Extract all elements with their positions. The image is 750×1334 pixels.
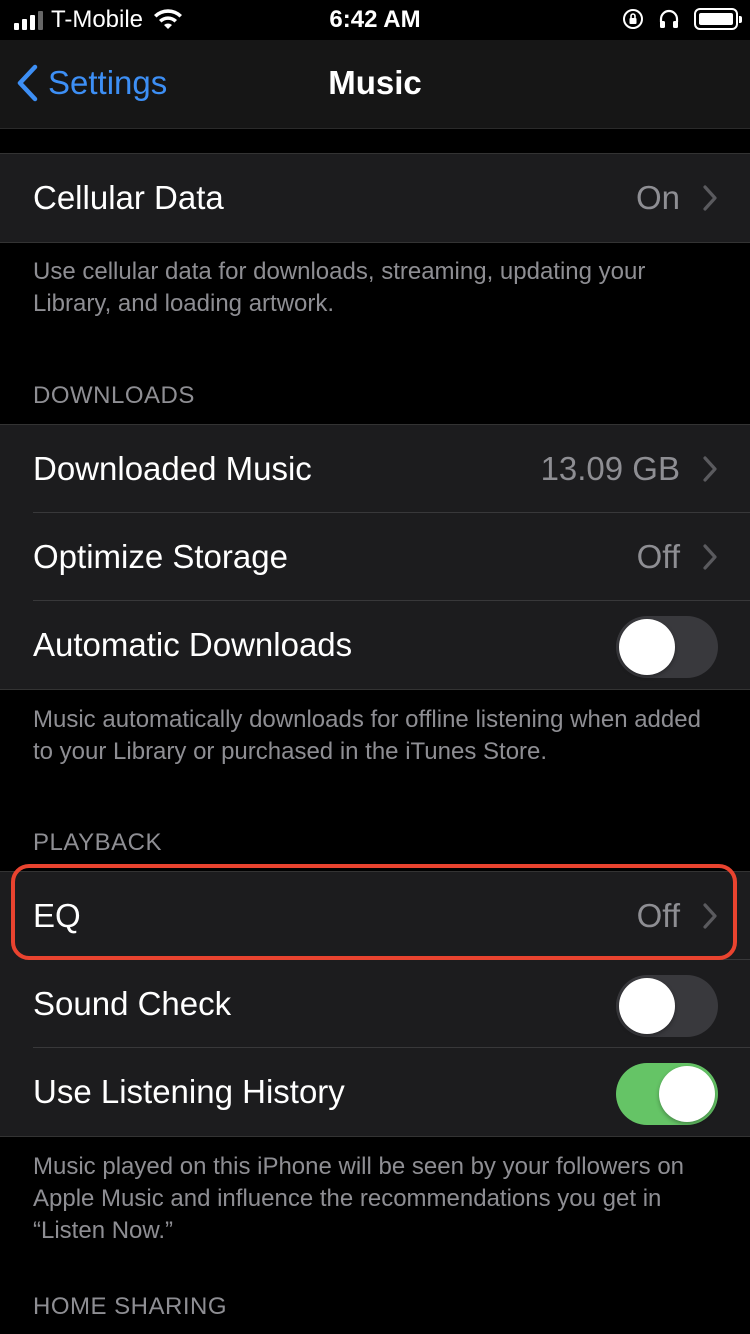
battery-icon [694, 8, 742, 30]
chevron-right-icon [703, 185, 717, 211]
navigation-bar: Settings Music [0, 40, 750, 129]
optimize-storage-label: Optimize Storage [33, 538, 288, 575]
cellular-data-label: Cellular Data [33, 179, 224, 216]
listening-history-row: Use Listening History [0, 1048, 750, 1136]
listening-history-label: Use Listening History [33, 1073, 345, 1110]
headphones-icon [659, 9, 679, 28]
status-right [622, 8, 742, 30]
automatic-downloads-toggle[interactable] [616, 616, 718, 678]
home-sharing-header: HOME SHARING [33, 1293, 228, 1320]
sound-check-row: Sound Check [0, 960, 750, 1048]
downloads-header: DOWNLOADS [33, 382, 195, 409]
downloads-group: Downloaded Music 13.09 GB Optimize Stora… [0, 424, 750, 690]
orientation-lock-icon [623, 9, 643, 29]
sound-check-label: Sound Check [33, 985, 232, 1022]
cellular-group: Cellular Data On [0, 153, 750, 243]
optimize-storage-row[interactable]: Optimize Storage Off [0, 513, 750, 601]
cellular-data-row[interactable]: Cellular Data On [0, 154, 750, 242]
status-bar: T-Mobile 6:42 AM [0, 0, 750, 40]
listening-history-toggle[interactable] [616, 1063, 718, 1125]
playback-group: EQ Off Sound Check Use Listening History [0, 871, 750, 1137]
chevron-right-icon [703, 456, 717, 482]
sound-check-toggle[interactable] [616, 975, 718, 1037]
cellular-data-value: On [635, 179, 680, 216]
playback-footer: Music played on this iPhone will be seen… [33, 1153, 685, 1244]
downloads-footer: Music automatically downloads for offlin… [33, 706, 701, 765]
automatic-downloads-label: Automatic Downloads [33, 626, 353, 663]
downloaded-music-value: 13.09 GB [540, 450, 680, 487]
cellular-footer: Use cellular data for downloads, streami… [33, 258, 646, 317]
playback-header: PLAYBACK [33, 829, 162, 856]
chevron-right-icon [703, 903, 717, 929]
eq-row[interactable]: EQ Off [0, 872, 750, 960]
eq-value: Off [636, 897, 680, 934]
downloaded-music-label: Downloaded Music [33, 450, 312, 487]
optimize-storage-value: Off [636, 538, 680, 575]
eq-label: EQ [33, 897, 81, 934]
page-title: Music [328, 64, 422, 101]
chevron-right-icon [703, 544, 717, 570]
downloaded-music-row[interactable]: Downloaded Music 13.09 GB [0, 425, 750, 513]
automatic-downloads-row: Automatic Downloads [0, 601, 750, 689]
